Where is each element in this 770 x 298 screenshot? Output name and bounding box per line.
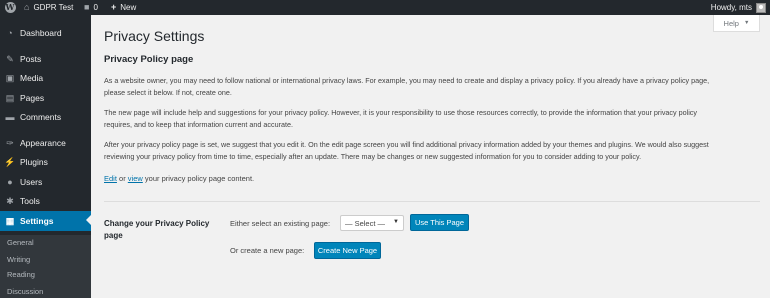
view-link[interactable]: view bbox=[128, 174, 143, 183]
sidebar-item-label: Plugins bbox=[20, 157, 48, 167]
wordpress-icon: W bbox=[4, 2, 16, 13]
page-select-dropdown[interactable]: — Select — ▼ bbox=[340, 215, 404, 231]
submenu-item-discussion[interactable]: Discussion bbox=[7, 287, 43, 296]
submenu-item-reading[interactable]: Reading bbox=[7, 270, 35, 279]
create-new-page-button[interactable]: Create New Page bbox=[314, 242, 381, 259]
media-icon: ▣ bbox=[5, 72, 15, 83]
sidebar-item-tools[interactable]: ✱ Tools bbox=[0, 192, 91, 210]
use-this-page-button[interactable]: Use This Page bbox=[410, 214, 469, 231]
submenu-item-writing[interactable]: Writing bbox=[7, 255, 30, 264]
sidebar-item-comments[interactable]: ▬ Comments bbox=[0, 108, 91, 126]
wordpress-logo-button[interactable]: W bbox=[0, 0, 20, 15]
user-icon: ● bbox=[7, 177, 13, 187]
sidebar-item-media[interactable]: ▣ Media bbox=[0, 69, 91, 87]
settings-submenu: General Writing Reading Discussion bbox=[0, 235, 91, 298]
sidebar-item-label: Users bbox=[20, 177, 43, 187]
sidebar-item-dashboard[interactable]: ◔ Dashboard bbox=[0, 24, 91, 42]
sidebar-item-users[interactable]: ● Users bbox=[0, 173, 91, 191]
account-menu[interactable]: Howdy, mts bbox=[711, 0, 766, 15]
new-content-link[interactable]: + New bbox=[111, 0, 136, 15]
help-paragraph: The new page will include help and sugge… bbox=[104, 108, 697, 129]
edit-view-line: Edit or view your privacy policy page co… bbox=[104, 174, 254, 183]
sidebar-item-label: Comments bbox=[20, 112, 62, 122]
section-divider bbox=[104, 201, 760, 202]
sidebar-item-label: Settings bbox=[20, 216, 54, 226]
sidebar-item-label: Tools bbox=[20, 196, 40, 206]
submenu-item-general[interactable]: General bbox=[7, 238, 34, 247]
current-menu-arrow bbox=[86, 215, 91, 225]
settings-icon: ▦ bbox=[5, 215, 15, 226]
sidebar-item-appearance[interactable]: ✑ Appearance bbox=[0, 134, 91, 152]
sidebar-item-plugins[interactable]: ⚡ Plugins bbox=[0, 153, 91, 171]
sidebar-item-settings[interactable]: ▦ Settings bbox=[0, 211, 91, 231]
page-title: Privacy Settings bbox=[104, 28, 205, 44]
page-icon: ▤ bbox=[5, 92, 15, 103]
sidebar-item-posts[interactable]: ✎ Posts bbox=[0, 50, 91, 68]
dashboard-icon: ◔ bbox=[7, 28, 13, 38]
admin-bar: W ⌂ GDPR Test ■ 0 + New Howdy, mts bbox=[0, 0, 770, 15]
wrench-icon: ✱ bbox=[6, 195, 14, 206]
plugin-icon: ⚡ bbox=[4, 156, 16, 167]
site-title: GDPR Test bbox=[33, 3, 74, 12]
help-tab-button[interactable]: Help ▼ bbox=[713, 15, 760, 32]
avatar bbox=[756, 2, 766, 13]
intro-paragraph: As a website owner, you may need to foll… bbox=[104, 76, 710, 97]
links-suffix: your privacy policy page content. bbox=[144, 174, 255, 183]
comments-count: 0 bbox=[93, 3, 98, 12]
sidebar-item-label: Appearance bbox=[20, 138, 66, 148]
select-value: — Select — bbox=[345, 218, 386, 228]
sidebar-item-pages[interactable]: ▤ Pages bbox=[0, 89, 91, 107]
suggestion-paragraph: After your privacy policy page is set, w… bbox=[104, 140, 709, 161]
sidebar-item-label: Pages bbox=[20, 93, 45, 103]
comments-link[interactable]: ■ 0 bbox=[84, 0, 98, 15]
sidebar-item-label: Dashboard bbox=[20, 28, 62, 38]
create-page-label: Or create a new page: bbox=[230, 246, 305, 255]
section-heading: Privacy Policy page bbox=[104, 54, 194, 65]
site-name-link[interactable]: ⌂ GDPR Test bbox=[24, 0, 73, 15]
comment-icon: ▬ bbox=[5, 112, 15, 122]
caret-down-icon: ▼ bbox=[743, 20, 750, 26]
select-page-label: Either select an existing page: bbox=[230, 219, 331, 228]
comment-bubble-icon: ■ bbox=[84, 2, 90, 12]
home-icon: ⌂ bbox=[24, 2, 30, 12]
edit-link[interactable]: Edit bbox=[104, 174, 117, 183]
pin-icon: ✎ bbox=[6, 53, 14, 64]
or-text: or bbox=[119, 174, 126, 183]
plus-icon: + bbox=[111, 2, 117, 12]
sidebar-item-label: Media bbox=[20, 73, 44, 83]
caret-down-icon: ▼ bbox=[393, 219, 399, 225]
new-label: New bbox=[120, 3, 137, 12]
change-policy-label: Change your Privacy Policy page bbox=[104, 219, 210, 240]
help-label: Help bbox=[723, 18, 739, 28]
sidebar-item-label: Posts bbox=[20, 54, 42, 64]
brush-icon: ✑ bbox=[6, 137, 14, 148]
howdy-text: Howdy, mts bbox=[710, 3, 752, 12]
